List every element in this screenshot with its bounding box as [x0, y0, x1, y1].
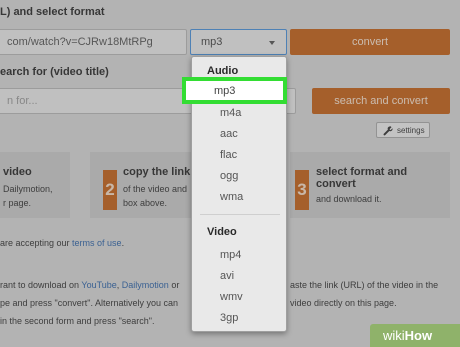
dropdown-option-label: mp3: [214, 85, 236, 97]
terms-text: are accepting our terms of use.: [0, 238, 124, 248]
dropdown-option-flac[interactable]: flac: [220, 149, 237, 161]
dailymotion-link[interactable]: Dailymotion: [122, 280, 169, 290]
dropdown-group-video: Video: [207, 226, 237, 238]
wrench-icon: [383, 126, 393, 136]
format-select-value: mp3: [201, 36, 223, 48]
search-and-convert-button[interactable]: search and convert: [312, 88, 450, 114]
step-3-box: 3 select format and convert and download…: [290, 152, 450, 218]
dropdown-option-wmv[interactable]: wmv: [220, 291, 243, 303]
format-dropdown[interactable]: Audio mp3 m4a aac flac ogg wma Video mp4…: [182, 56, 287, 332]
dropdown-option-mp3-selected[interactable]: mp3: [182, 77, 287, 104]
select-format-heading: L) and select format: [0, 6, 105, 18]
settings-button[interactable]: settings: [376, 122, 430, 138]
step-1-line-1: Dailymotion,: [3, 184, 53, 194]
wikihow-watermark: wikiHow: [370, 324, 460, 347]
dropdown-option-mp4[interactable]: mp4: [220, 249, 241, 261]
format-select[interactable]: mp3: [190, 29, 287, 55]
dropdown-option-avi[interactable]: avi: [220, 270, 234, 282]
step-3-line-1: and download it.: [316, 194, 382, 204]
wikihow-logo-text: wikiHow: [383, 328, 432, 343]
step-3-title-line-1: select format and: [316, 166, 408, 178]
dropdown-option-aac[interactable]: aac: [220, 128, 238, 140]
step-1-title: video: [3, 166, 32, 178]
dropdown-option-ogg[interactable]: ogg: [220, 170, 238, 182]
instructions-line-2b: video directly on this page.: [290, 298, 397, 308]
terms-prefix: are accepting our: [0, 238, 73, 248]
dropdown-option-m4a[interactable]: m4a: [220, 107, 241, 119]
step-2-title: copy the link: [123, 166, 191, 178]
youtube-link[interactable]: YouTube: [81, 280, 116, 290]
step-1-line-2: r page.: [3, 198, 32, 208]
step-1-box: video Dailymotion, r page.: [0, 152, 70, 218]
terms-suffix: .: [121, 238, 125, 248]
step-3-number: 3: [295, 170, 309, 210]
step-3-title-line-2: convert: [316, 178, 356, 190]
step-2-box: 2 copy the link of the video and box abo…: [90, 152, 200, 218]
convert-button[interactable]: convert: [290, 29, 450, 55]
instructions-line-1b: aste the link (URL) of the video in the: [290, 280, 439, 290]
instructions-line-1a: rant to download on YouTube, Dailymotion…: [0, 280, 179, 290]
dropdown-group-audio: Audio: [207, 65, 239, 77]
step-2-line-2: box above.: [123, 198, 168, 208]
dropdown-divider: [200, 214, 280, 215]
instructions-line-3: in the second form and press "search".: [0, 316, 155, 326]
search-heading: earch for (video title): [0, 66, 109, 78]
dropdown-option-wma[interactable]: wma: [220, 191, 243, 203]
instructions-line-2a: pe and press "convert". Alternatively yo…: [0, 298, 178, 308]
dropdown-option-3gp[interactable]: 3gp: [220, 312, 238, 324]
wikihow-wiki: wiki: [383, 328, 405, 343]
settings-label: settings: [397, 126, 425, 135]
step-2-number: 2: [103, 170, 117, 210]
chevron-down-icon: [269, 41, 275, 45]
step-2-line-1: of the video and: [123, 184, 188, 194]
wikihow-how: How: [404, 328, 433, 343]
instructions-or: or: [168, 280, 180, 290]
converter-page: L) and select format com/watch?v=CJRw18M…: [0, 0, 460, 347]
instructions-text: rant to download on: [0, 280, 82, 290]
url-input[interactable]: com/watch?v=CJRw18MtRPg: [0, 29, 187, 55]
terms-of-use-link[interactable]: terms of use: [72, 238, 122, 248]
